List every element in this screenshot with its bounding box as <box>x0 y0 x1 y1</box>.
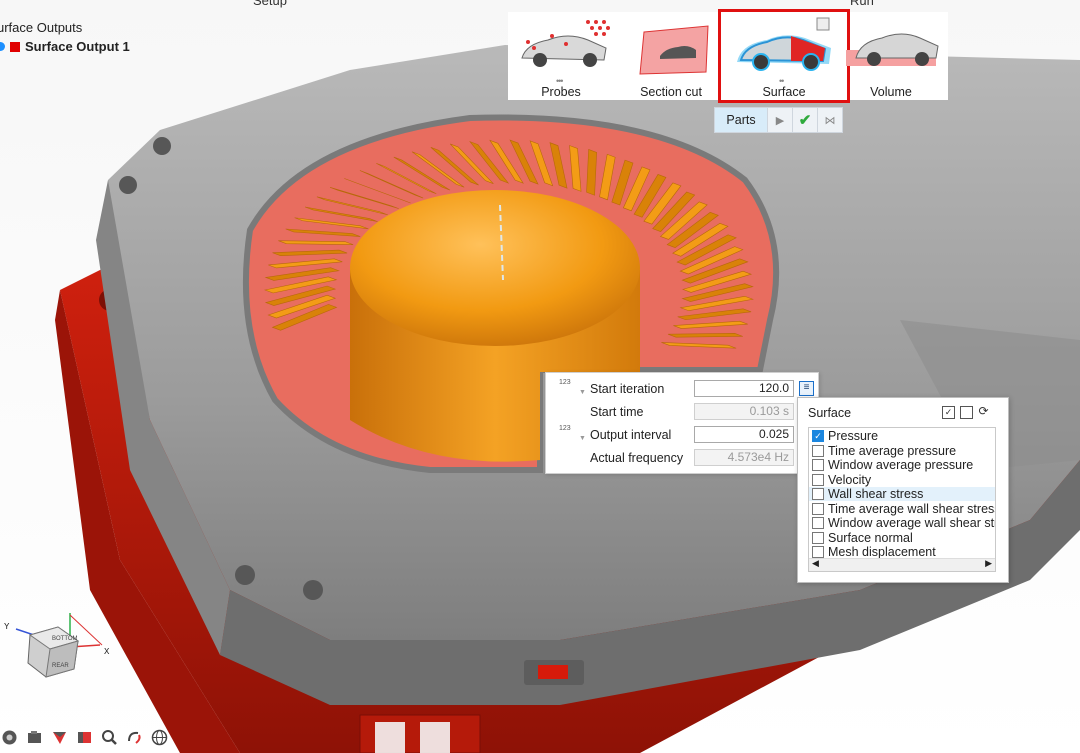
probes-tool[interactable]: ••• Probes <box>508 12 614 100</box>
surface-car-icon <box>737 17 831 71</box>
actual-frequency-label: Actual frequency <box>590 451 684 465</box>
parts-button[interactable]: Parts <box>715 108 768 132</box>
surface-variables-popup: Surface ✓ ⟳ ✓ Pressure Time average pressu… <box>797 397 1009 583</box>
cube-bottom-label: BOTTOM <box>52 636 78 642</box>
cube-rear-label: REAR <box>52 663 69 669</box>
surface-outputs-tree: urface Outputs Surface Output 1 <box>0 18 130 56</box>
run-section-label: Run <box>850 0 874 8</box>
volume-tool[interactable]: Volume <box>838 12 944 100</box>
start-time-row: Start time 0.103 s <box>546 401 818 423</box>
select-all-icon[interactable]: ✓ <box>942 406 955 419</box>
surface-option-label: Window average pressure <box>828 458 974 472</box>
surface-option-row[interactable]: Mesh displacement <box>809 545 995 559</box>
setup-section-label: Setup <box>253 0 287 8</box>
output-interval-label: Output interval <box>590 428 672 442</box>
camera-view-icon[interactable] <box>25 728 44 747</box>
surface-option-label: Pressure <box>828 429 879 443</box>
volume-car-icon <box>846 33 939 66</box>
fit-view-icon[interactable] <box>0 728 19 747</box>
tree-item-surface-output-1[interactable]: Surface Output 1 <box>0 37 130 56</box>
triad-x-label: X <box>104 647 110 657</box>
surface-option-label: Wall shear stress <box>828 487 924 501</box>
checkbox[interactable]: ✓ <box>812 430 824 442</box>
section-cut-tool[interactable]: Section cut <box>618 12 724 100</box>
outputs-ribbon: ••• Probes Section cut •• Surface Volume <box>508 9 948 103</box>
surface-option-label: Surface normal <box>828 530 913 545</box>
play-icon[interactable]: ▶ <box>768 108 793 132</box>
actual-frequency-field: 4.573e4 Hz <box>694 449 794 466</box>
checkbox[interactable] <box>812 444 824 457</box>
tree-title: urface Outputs <box>0 20 83 35</box>
surface-tool[interactable]: •• Surface <box>718 9 850 103</box>
checkbox[interactable] <box>812 502 824 515</box>
reset-icon[interactable]: ⟳ <box>978 405 989 417</box>
globe-icon[interactable] <box>150 728 169 747</box>
scroll-right-icon[interactable]: ▶ <box>985 558 992 569</box>
start-time-field: 0.103 s <box>694 403 794 420</box>
expand-triangle-icon[interactable]: ▼ <box>579 435 586 442</box>
numeric-tag: 123 <box>559 379 571 386</box>
checkbox[interactable] <box>812 546 824 558</box>
volume-label: Volume <box>870 85 912 99</box>
checkbox[interactable] <box>812 488 824 500</box>
impeller-blade <box>667 333 743 338</box>
zoom-icon[interactable] <box>100 728 119 747</box>
surface-option-row[interactable]: Time average wall shear stress <box>809 501 996 516</box>
surface-option-row[interactable]: Wall shear stress <box>809 487 995 501</box>
output-settings-panel: 123 ▼ Start iteration 120.0 ≡ Start time… <box>545 372 819 474</box>
horizontal-scrollbar[interactable]: ◀ ▶ <box>809 558 995 571</box>
model-viewport[interactable] <box>0 0 1080 753</box>
color-swatch-icon <box>10 41 20 52</box>
checkbox[interactable] <box>812 517 824 529</box>
impeller-blade <box>586 148 597 196</box>
check-icon[interactable]: ✔ <box>793 108 818 132</box>
triad-y-label: Y <box>4 622 10 632</box>
start-iteration-label: Start iteration <box>590 382 665 396</box>
checkbox[interactable] <box>812 459 824 471</box>
start-iteration-row: 123 ▼ Start iteration 120.0 ≡ <box>546 378 818 400</box>
surface-label: Surface <box>762 85 806 99</box>
clear-all-icon[interactable] <box>960 406 973 419</box>
surface-variable-list: ✓ Pressure Time average pressure Window ave… <box>808 427 996 572</box>
menu-icon[interactable]: ≡ <box>799 381 814 396</box>
probes-car-icon <box>521 20 610 67</box>
surface-option-row[interactable]: Time average pressure <box>809 443 995 458</box>
surface-option-label: Mesh displacement <box>828 545 936 559</box>
view-toolbar <box>0 728 169 747</box>
surface-option-row[interactable]: Surface normal <box>809 530 995 545</box>
surface-option-label: Window average wall shear stre <box>828 516 996 530</box>
numeric-tag: 123 <box>559 425 571 432</box>
checkbox[interactable] <box>812 473 824 486</box>
surface-option-label: Time average wall shear stress <box>828 501 996 516</box>
popup-header-icons: ✓ ⟳ <box>942 405 989 419</box>
section-cut-label: Section cut <box>640 85 702 99</box>
tree-item-label: Surface Output 1 <box>25 39 130 54</box>
rotate-view-icon[interactable] <box>125 728 144 747</box>
actual-frequency-row: Actual frequency 4.573e4 Hz <box>546 447 818 469</box>
visibility-dot-icon[interactable] <box>0 42 5 51</box>
start-time-label: Start time <box>590 405 644 419</box>
view-orientation-triad[interactable]: Y X BOTTOM REAR <box>0 605 120 695</box>
surface-option-row[interactable]: Window average pressure <box>809 458 995 472</box>
section-plane-icon[interactable] <box>50 728 69 747</box>
start-iteration-input[interactable]: 120.0 <box>694 380 794 397</box>
checkbox[interactable] <box>812 531 824 544</box>
output-interval-input[interactable]: 0.025 <box>694 426 794 443</box>
surface-option-label: Time average pressure <box>828 443 957 458</box>
exit-icon[interactable]: ⋈ <box>818 108 842 132</box>
probes-label: Probes <box>541 85 581 99</box>
surface-popup-title: Surface <box>808 406 852 420</box>
output-interval-row: 123 ▼ Output interval 0.025 <box>546 424 818 446</box>
surface-option-row[interactable]: Window average wall shear stre <box>809 516 996 530</box>
section-cut-icon <box>639 25 709 75</box>
parts-toolbar: Parts ▶ ✔ ⋈ <box>714 107 843 133</box>
display-mode-icon[interactable] <box>75 728 94 747</box>
expand-triangle-icon[interactable]: ▼ <box>579 389 586 396</box>
scroll-left-icon[interactable]: ◀ <box>812 558 819 569</box>
surface-option-row[interactable]: ✓ Pressure <box>809 429 995 443</box>
surface-option-label: Velocity <box>828 472 872 487</box>
surface-option-row[interactable]: Velocity <box>809 472 995 487</box>
